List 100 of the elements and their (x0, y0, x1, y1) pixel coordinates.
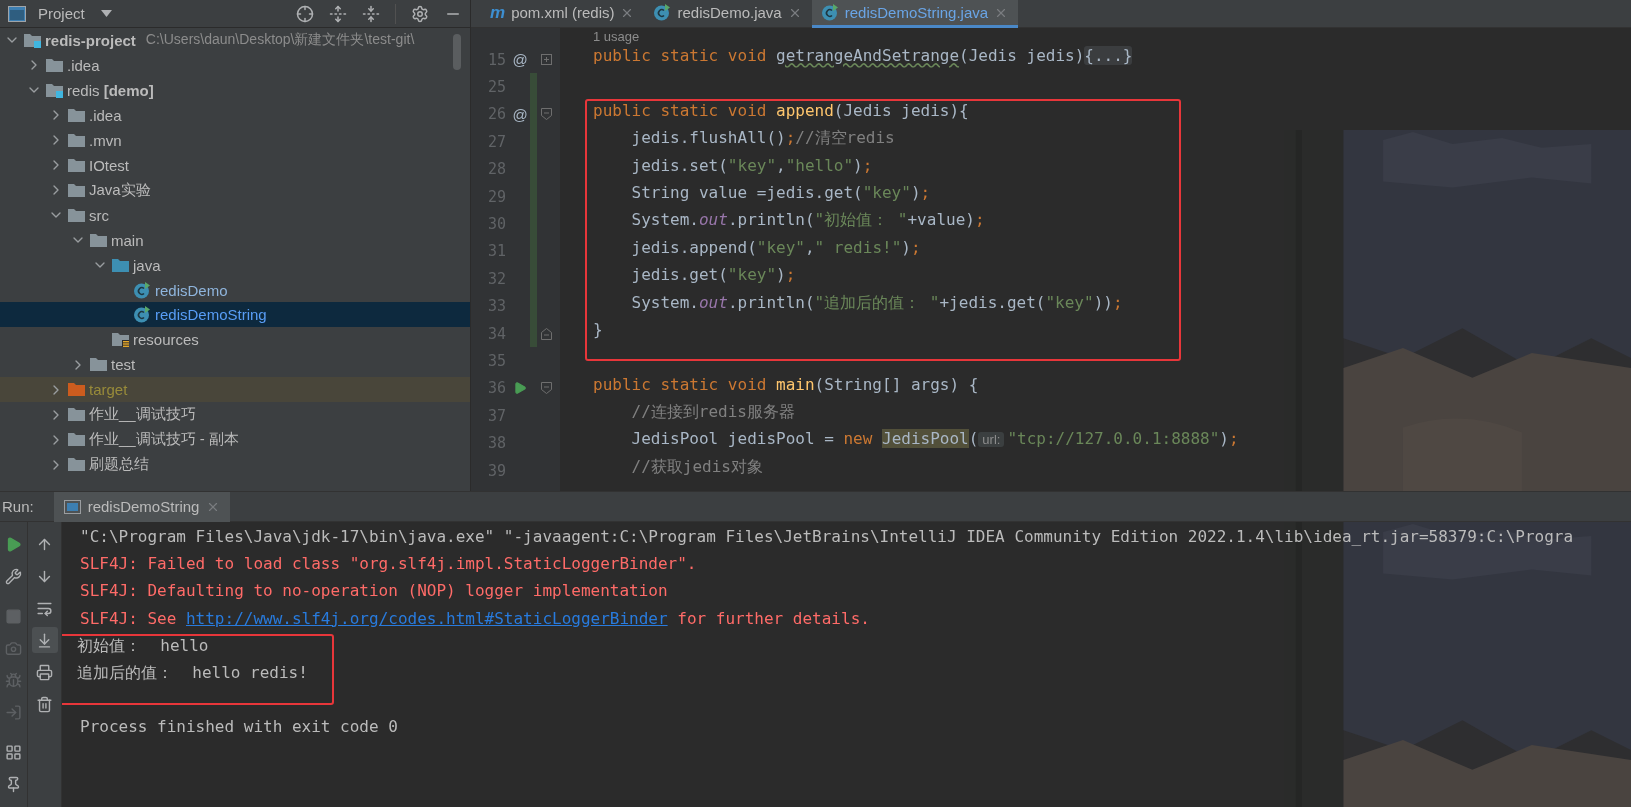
usage-hint[interactable]: 1 usage (585, 28, 1631, 46)
console-line: SLF4J: See http://www.slf4j.org/codes.html#StaticLoggerBinder for further details. (79, 608, 871, 630)
folder-icon (68, 382, 85, 398)
folder-icon (68, 107, 85, 123)
tree-item-label: 作业__调试技巧 (89, 405, 196, 425)
module-icon (24, 32, 41, 48)
tree-item-label: resources (133, 331, 199, 349)
tree-item-label: redis-project (45, 31, 136, 49)
code-line: //获取jedis对象 (630, 456, 764, 478)
tree-row[interactable]: test (0, 352, 470, 378)
class-icon (654, 4, 672, 21)
tree-row[interactable]: IOtest (0, 152, 470, 178)
tree-item-label: 刷题总结 (89, 455, 149, 475)
panel-icon (8, 5, 26, 22)
printer-icon[interactable] (36, 663, 53, 681)
tree-row[interactable]: redis [demo] (0, 77, 470, 103)
console-icon (63, 499, 81, 514)
view-selector[interactable]: Project (34, 5, 116, 22)
tree-item-label: IOtest (89, 156, 129, 174)
code-line: public static void main(String[] args) { (592, 374, 980, 396)
tree-row[interactable]: java (0, 252, 470, 278)
folder-icon (46, 57, 63, 73)
run-label: Run: (2, 498, 34, 515)
code-line: jedis.append("key"," redis!"); (630, 237, 922, 259)
tree-row[interactable]: redisDemoString (0, 302, 470, 328)
console-line: 初始值： hello (76, 635, 210, 657)
code-line: } (592, 319, 604, 341)
tree-row[interactable]: redis-project C:\Users\daun\Desktop\新建文件夹\test-git\ (0, 28, 470, 53)
tree-item-label: .mvn (89, 131, 122, 149)
toggle-button[interactable] (31, 627, 58, 653)
folder-icon (90, 357, 107, 373)
code-line: System.out.println("初始值： "+value); (630, 210, 986, 232)
scrollbar-thumb[interactable] (453, 34, 461, 70)
tree-row[interactable]: redisDemo (0, 277, 470, 303)
code-line: String value =jedis.get("key"); (630, 182, 932, 204)
editor-tab[interactable]: m pom.xml (redis) (480, 0, 645, 28)
code-line: System.out.println("追加后的值： "+jedis.get("key")); (630, 292, 1124, 314)
console-line: Process finished with exit code 0 (79, 717, 399, 739)
run-tab[interactable]: redisDemoString (53, 491, 231, 522)
editor-tab[interactable]: redisDemoString.java (811, 0, 1019, 28)
locate-icon[interactable] (296, 4, 314, 23)
project-path: C:\Users\daun\Desktop\新建文件夹\test-git\ (145, 31, 415, 50)
fold-icon[interactable] (541, 327, 552, 340)
tree-item-label: 作业__调试技巧 - 副本 (89, 430, 239, 450)
run-icon[interactable] (513, 381, 527, 396)
tree-row[interactable]: 作业__调试技巧 - 副本 (0, 427, 470, 453)
folder-icon (112, 257, 129, 273)
wrench-icon[interactable] (5, 567, 22, 585)
tree-row[interactable]: .mvn (0, 127, 470, 153)
tree-item-label: redisDemoString (155, 306, 267, 324)
tree-item-label: java (133, 256, 161, 274)
folder-icon (112, 332, 129, 348)
tree-row[interactable]: 刷题总结 (0, 452, 470, 478)
tree-item-label: main (111, 231, 144, 249)
folder-icon (68, 182, 85, 198)
folder-icon (68, 457, 85, 473)
tree-row[interactable]: resources (0, 327, 470, 353)
fold-plus-icon[interactable] (541, 54, 552, 66)
code-line: JedisPool jedisPool = new JedisPool( url: "tcp://127.0.0.1:8888"); (630, 429, 1240, 451)
code-line: jedis.get("key"); (630, 265, 797, 287)
class-icon (134, 281, 151, 299)
collapse-all-icon[interactable] (362, 4, 380, 23)
scroll-to-end-icon[interactable] (36, 631, 53, 649)
tree-row[interactable]: .idea (0, 102, 470, 128)
settings-icon[interactable] (411, 4, 429, 23)
caret-icon (100, 10, 112, 17)
folder-icon (68, 207, 85, 223)
tree-item-label: Java实验 (89, 180, 151, 200)
class-icon (134, 306, 151, 324)
code-line: jedis.set("key","hello"); (630, 155, 874, 177)
console-link[interactable]: http://www.slf4j.org/codes.html#StaticLoggerBinder (185, 608, 668, 628)
rerun-icon[interactable] (5, 535, 22, 553)
annotation-mark[interactable]: @ (510, 51, 530, 69)
module-icon (46, 82, 63, 98)
tree-row[interactable]: src (0, 202, 470, 228)
console-line: SLF4J: Failed to load class "org.slf4j.impl.StaticLoggerBinder". (79, 554, 698, 576)
folder-icon (68, 407, 85, 423)
tree-item-label: target (89, 381, 128, 399)
tree-row[interactable]: 作业__调试技巧 (0, 402, 470, 428)
console-line: 追加后的值： hello redis! (76, 662, 309, 684)
console-line: SLF4J: Defaulting to no-operation (NOP) logger implementation (79, 581, 669, 603)
fold-icon[interactable] (541, 108, 552, 121)
editor-tab[interactable]: redisDemo.java (644, 0, 812, 28)
tree-item-label: .idea (67, 56, 100, 74)
code-line: public static void append(Jedis jedis){ (592, 100, 970, 122)
tree-row[interactable]: main (0, 227, 470, 253)
tree-item-label: test (111, 356, 136, 374)
fold-icon[interactable] (541, 382, 552, 395)
code-line: //连接到redis服务器 (630, 402, 796, 424)
annotation-mark[interactable]: @ (510, 105, 530, 123)
pin-icon[interactable] (5, 775, 22, 793)
tree-item-label: redisDemo (155, 281, 228, 299)
expand-all-icon[interactable] (329, 4, 347, 23)
layout-icon[interactable] (5, 743, 22, 761)
tree-row[interactable]: Java实验 (0, 177, 470, 203)
code-line: jedis.flushAll();//清空redis (630, 128, 896, 150)
trash-icon[interactable] (36, 695, 53, 713)
folder-icon (68, 132, 85, 148)
maven-icon: m (490, 2, 506, 23)
tree-row[interactable]: .idea (0, 52, 470, 78)
